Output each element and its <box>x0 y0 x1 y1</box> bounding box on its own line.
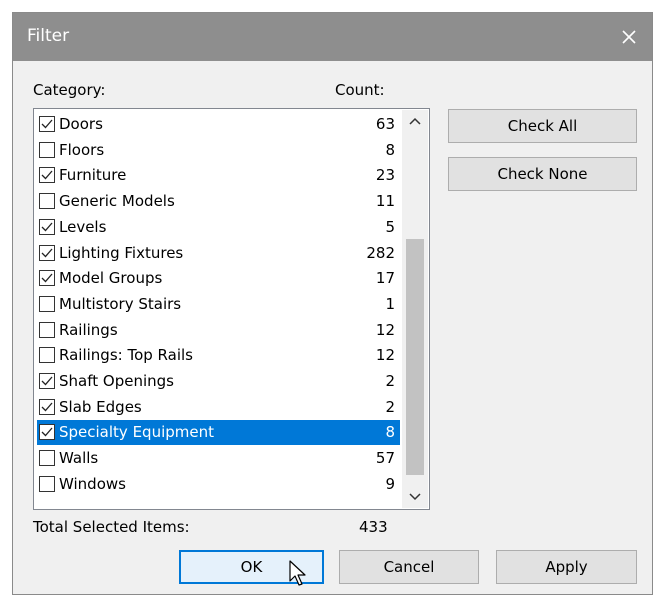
item-count: 282 <box>366 243 395 262</box>
category-header: Category: <box>33 81 106 99</box>
checkbox[interactable] <box>39 398 55 415</box>
checkbox[interactable] <box>39 141 55 158</box>
item-count: 8 <box>385 140 395 159</box>
list-item[interactable]: Furniture 23 <box>37 163 400 188</box>
count-header: Count: <box>335 81 385 99</box>
close-icon <box>622 30 636 44</box>
item-name: Multistory Stairs <box>59 294 182 313</box>
item-count: 63 <box>375 115 395 133</box>
checkbox[interactable] <box>39 295 55 312</box>
item-count: 12 <box>375 320 395 339</box>
checkmark-icon <box>41 248 53 257</box>
item-name: Railings: Top Rails <box>59 346 193 365</box>
item-name: Furniture <box>59 166 127 185</box>
list-item[interactable]: Multistory Stairs 1 <box>37 292 400 317</box>
checkbox[interactable] <box>39 450 55 467</box>
list-item[interactable]: Railings: Top Rails 12 <box>37 343 400 368</box>
cancel-button[interactable]: Cancel <box>339 550 479 584</box>
checkbox[interactable] <box>39 218 55 235</box>
item-name: Lighting Fixtures <box>59 243 184 262</box>
list-item[interactable]: Lighting Fixtures 282 <box>37 241 400 266</box>
total-selected-value: 433 <box>359 518 388 536</box>
item-name: Floors <box>59 140 105 159</box>
item-count: 2 <box>385 372 395 390</box>
checkbox[interactable] <box>39 373 55 389</box>
list-item[interactable]: Floors 8 <box>37 138 400 163</box>
checkmark-icon <box>41 119 53 129</box>
chevron-up-icon <box>409 117 421 125</box>
close-button[interactable] <box>606 13 652 61</box>
list-item[interactable]: Model Groups 17 <box>37 266 400 291</box>
checkbox[interactable] <box>39 270 55 287</box>
item-count: 8 <box>385 423 395 442</box>
list-item[interactable]: Doors 63 <box>37 112 400 137</box>
checkbox[interactable] <box>39 321 55 338</box>
filter-dialog: Filter Category: Count: Doors 63 Floors 8 Fu… <box>12 12 653 595</box>
item-name: Doors <box>59 115 103 133</box>
checkbox[interactable] <box>39 475 55 492</box>
item-count: 2 <box>385 397 395 416</box>
item-name: Specialty Equipment <box>59 423 214 442</box>
list-item[interactable]: Windows 9 <box>37 472 400 497</box>
item-name: Windows <box>59 474 126 493</box>
list-item[interactable]: Generic Models 11 <box>37 189 400 214</box>
checkbox[interactable] <box>39 347 55 364</box>
apply-button[interactable]: Apply <box>496 550 637 584</box>
item-count: 9 <box>385 474 395 493</box>
item-name: Generic Models <box>59 192 175 211</box>
checkmark-icon <box>41 170 53 180</box>
item-name: Shaft Openings <box>59 372 174 390</box>
checkbox[interactable] <box>39 116 55 132</box>
item-count: 1 <box>385 294 395 313</box>
chevron-down-icon <box>409 493 421 501</box>
check-all-button[interactable]: Check All <box>448 109 637 143</box>
vertical-scrollbar[interactable] <box>402 110 428 508</box>
item-name: Railings <box>59 320 118 339</box>
scroll-thumb[interactable] <box>406 239 424 475</box>
checkbox[interactable] <box>39 424 55 441</box>
list-item[interactable]: Shaft Openings 2 <box>37 369 400 394</box>
checkmark-icon <box>41 273 53 283</box>
checkmark-icon <box>41 402 53 412</box>
check-none-button[interactable]: Check None <box>448 157 637 191</box>
total-selected-label: Total Selected Items: <box>33 518 190 536</box>
dialog-title: Filter <box>27 26 70 46</box>
scroll-up-button[interactable] <box>402 110 428 132</box>
item-count: 11 <box>375 192 395 211</box>
list-item[interactable]: Walls 57 <box>37 446 400 471</box>
item-count: 17 <box>375 269 395 288</box>
checkbox[interactable] <box>39 167 55 184</box>
list-item[interactable]: Levels 5 <box>37 215 400 240</box>
item-name: Walls <box>59 449 99 468</box>
item-name: Slab Edges <box>59 397 142 416</box>
list-item[interactable]: Slab Edges 2 <box>37 395 400 420</box>
list-item[interactable]: Specialty Equipment 8 <box>37 420 400 446</box>
scroll-down-button[interactable] <box>402 486 428 508</box>
item-name: Levels <box>59 217 107 236</box>
checkmark-icon <box>41 222 53 232</box>
mouse-cursor-icon <box>289 560 306 586</box>
checkbox[interactable] <box>39 193 55 210</box>
checkmark-icon <box>41 376 53 386</box>
item-name: Model Groups <box>59 269 163 288</box>
checkbox[interactable] <box>39 244 55 261</box>
item-count: 5 <box>385 217 395 236</box>
category-list[interactable]: Doors 63 Floors 8 Furniture 23 Generic Models 1… <box>33 108 430 510</box>
item-count: 57 <box>375 449 395 468</box>
list-item[interactable]: Railings 12 <box>37 318 400 343</box>
title-bar[interactable]: Filter <box>13 13 652 61</box>
item-count: 23 <box>375 166 395 185</box>
checkmark-icon <box>41 427 53 437</box>
item-count: 12 <box>375 346 395 365</box>
